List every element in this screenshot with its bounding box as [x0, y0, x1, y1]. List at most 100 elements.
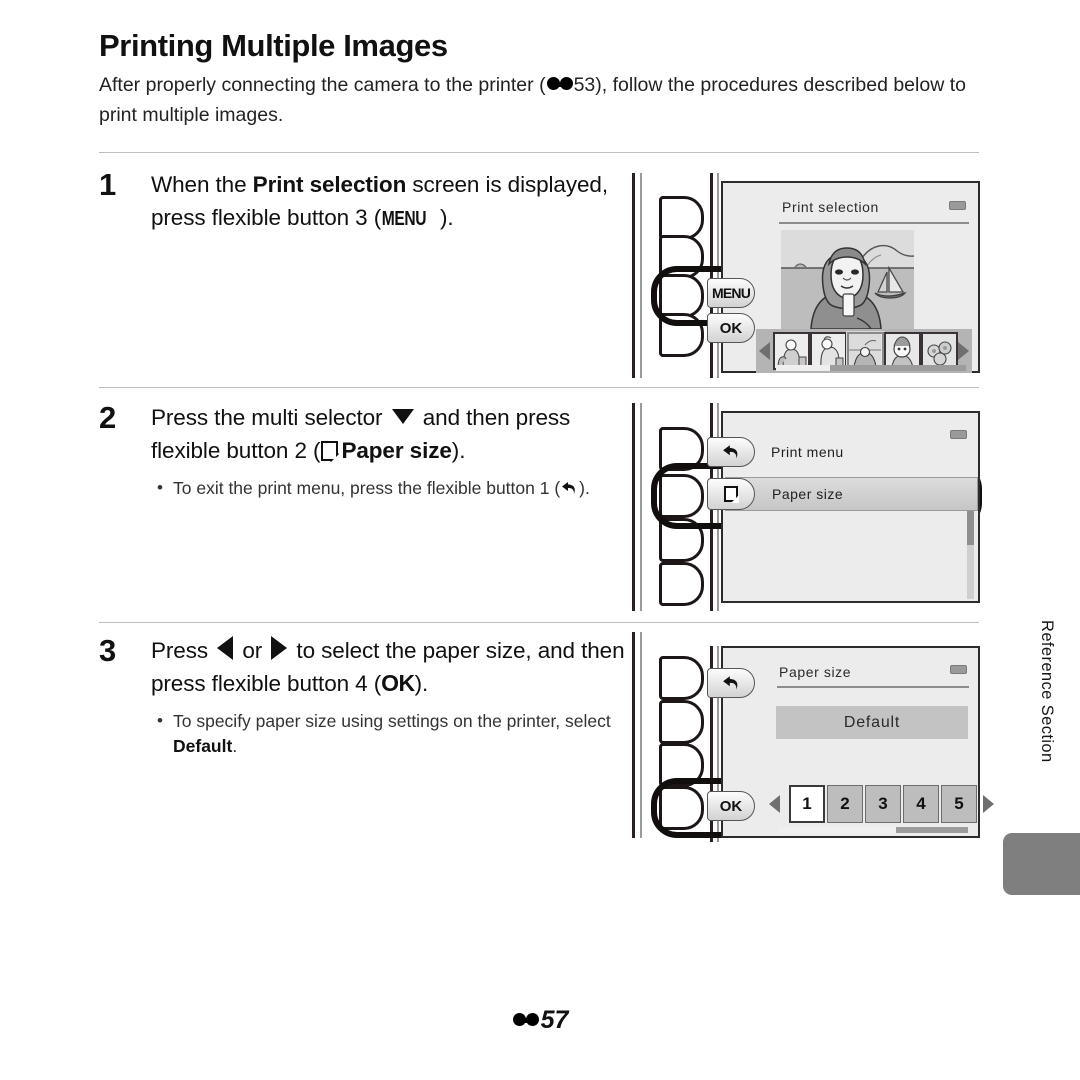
step-2-text: Press the multi selector and then press … — [151, 401, 631, 467]
flexible-button-2[interactable] — [659, 700, 704, 744]
camera-edge-inner-2 — [640, 403, 642, 611]
step-2-bullet-1-after: ). — [579, 478, 590, 498]
battery-icon — [950, 665, 967, 674]
strip-prev-arrow-icon[interactable] — [759, 342, 770, 360]
manual-page: Printing Multiple Images After properly … — [0, 0, 1080, 1080]
softkey-ok[interactable]: OK — [707, 313, 755, 343]
default-option-band[interactable]: Default — [776, 706, 968, 739]
numstrip-prev-arrow-icon[interactable] — [769, 795, 780, 813]
flexible-button-4[interactable] — [659, 562, 704, 606]
flexible-button-1[interactable] — [659, 656, 704, 700]
intro-text-before: After properly connecting the camera to … — [99, 74, 546, 96]
menu-icon: MENU — [381, 208, 427, 230]
back-arrow-icon — [561, 479, 578, 504]
menu-row-paper-size-label: Paper size — [772, 486, 844, 502]
screen-title-paper-size: Paper size — [779, 664, 852, 680]
paper-size-number-strip: 1 2 3 4 5 — [769, 785, 994, 823]
paper-size-2[interactable]: 2 — [827, 785, 863, 823]
intro-paragraph: After properly connecting the camera to … — [99, 70, 983, 130]
illustration-print-menu: Print menu Paper size — [632, 401, 982, 613]
screen-title-underline — [779, 222, 969, 224]
screen-title-print-selection: Print selection — [782, 199, 879, 215]
step-3-bullet-1-bold-default: Default — [173, 736, 233, 756]
paper-size-1[interactable]: 1 — [789, 785, 825, 823]
divider-step-1-2 — [99, 387, 979, 388]
softkey-ok[interactable]: OK — [707, 791, 755, 821]
multi-selector-down-icon — [391, 409, 414, 424]
softkey-back[interactable] — [707, 668, 755, 698]
section-tab-marker — [1003, 833, 1080, 895]
menu-row-paper-size[interactable]: Paper size — [725, 477, 978, 511]
page-reference-symbol-icon — [512, 1013, 539, 1028]
screen-title-underline-3 — [777, 686, 969, 688]
numstrip-next-arrow-icon[interactable] — [983, 795, 994, 813]
step-3-text: Press or to select the paper size, and t… — [151, 634, 631, 700]
paper-size-icon — [321, 441, 340, 462]
illustration-print-selection: Print selection MENU OK — [632, 173, 982, 378]
step-1-text-part-3: ). — [440, 205, 454, 230]
page-footer: 57 — [0, 1006, 1080, 1035]
step-1-body: When the Print selection screen is displ… — [151, 168, 631, 236]
multi-selector-left-icon — [217, 636, 234, 660]
camera-screen-3: Paper size Default OK 1 2 3 4 5 — [707, 646, 994, 838]
step-3-number: 3 — [99, 633, 117, 668]
step-1-text-part-1: When the — [151, 172, 253, 197]
step-2-body: Press the multi selector and then press … — [151, 401, 631, 504]
step-2-bold-paper-size: Paper size — [341, 438, 452, 463]
step-1-bold-print-selection: Print selection — [252, 172, 407, 197]
thumbnail-strip — [756, 329, 972, 373]
step-3-text-part-1: Press — [151, 638, 215, 663]
menu-row-print-menu-label: Print menu — [771, 444, 844, 460]
strip-next-arrow-icon[interactable] — [958, 342, 969, 360]
step-2-bullet-1-before: To exit the print menu, press the flexib… — [173, 478, 561, 498]
horizontal-scrollbar[interactable] — [776, 365, 966, 371]
step-3-bullet-1-before: To specify paper size using settings on … — [173, 711, 611, 731]
paper-size-3[interactable]: 3 — [865, 785, 901, 823]
vertical-scrollbar[interactable] — [967, 511, 974, 599]
horizontal-scrollbar-3[interactable] — [778, 827, 968, 833]
step-3-body: Press or to select the paper size, and t… — [151, 634, 631, 759]
menu-row-print-menu[interactable]: Print menu — [723, 436, 980, 468]
paper-icon — [724, 486, 739, 503]
divider-top — [99, 152, 979, 153]
softkey-menu[interactable]: MENU — [707, 278, 755, 308]
camera-edge-outer — [632, 173, 635, 378]
step-3-text-part-4: ). — [414, 671, 429, 696]
battery-icon — [949, 201, 966, 210]
step-2-bullet-1: To exit the print menu, press the flexib… — [151, 475, 631, 504]
step-1-text: When the Print selection screen is displ… — [151, 168, 631, 236]
camera-edge-outer-3 — [632, 632, 635, 838]
step-3-text-part-2: or — [236, 638, 269, 663]
step-2-bullets: To exit the print menu, press the flexib… — [151, 475, 631, 504]
paper-size-5[interactable]: 5 — [941, 785, 977, 823]
paper-size-4[interactable]: 4 — [903, 785, 939, 823]
multi-selector-right-icon — [271, 636, 288, 660]
camera-edge-inner — [640, 173, 642, 378]
illustration-paper-size: Paper size Default OK 1 2 3 4 5 — [632, 628, 994, 848]
camera-screen-1: Print selection MENU OK — [707, 181, 980, 373]
step-3-bullet-1-after: . — [232, 736, 238, 756]
softkey-back[interactable] — [707, 437, 755, 467]
step-3-bullets: To specify paper size using settings on … — [151, 708, 631, 759]
preview-photo — [781, 230, 914, 329]
step-2-text-part-1: Press the multi selector — [151, 405, 389, 430]
page-number: 57 — [540, 1006, 569, 1034]
step-3-bullet-1: To specify paper size using settings on … — [151, 708, 631, 759]
back-arrow-icon — [722, 675, 737, 690]
back-arrow-icon — [722, 444, 737, 459]
reference-symbol-icon — [546, 77, 573, 92]
step-2-number: 2 — [99, 400, 117, 435]
reference-section-label: Reference Section — [1038, 620, 1056, 763]
photo-artwork — [781, 244, 914, 329]
flexible-button-1[interactable] — [659, 196, 704, 240]
camera-edge-outer-2 — [632, 403, 635, 611]
step-2-text-part-3: ). — [451, 438, 466, 463]
ok-icon: OK — [381, 670, 415, 696]
step-1-number: 1 — [99, 167, 117, 202]
intro-reference-number: 53 — [573, 74, 596, 96]
softkey-paper-size[interactable] — [707, 478, 755, 510]
divider-step-2-3 — [99, 622, 979, 623]
page-title: Printing Multiple Images — [99, 28, 448, 63]
camera-screen-2: Print menu Paper size — [707, 411, 980, 603]
camera-edge-inner-3 — [640, 632, 642, 838]
